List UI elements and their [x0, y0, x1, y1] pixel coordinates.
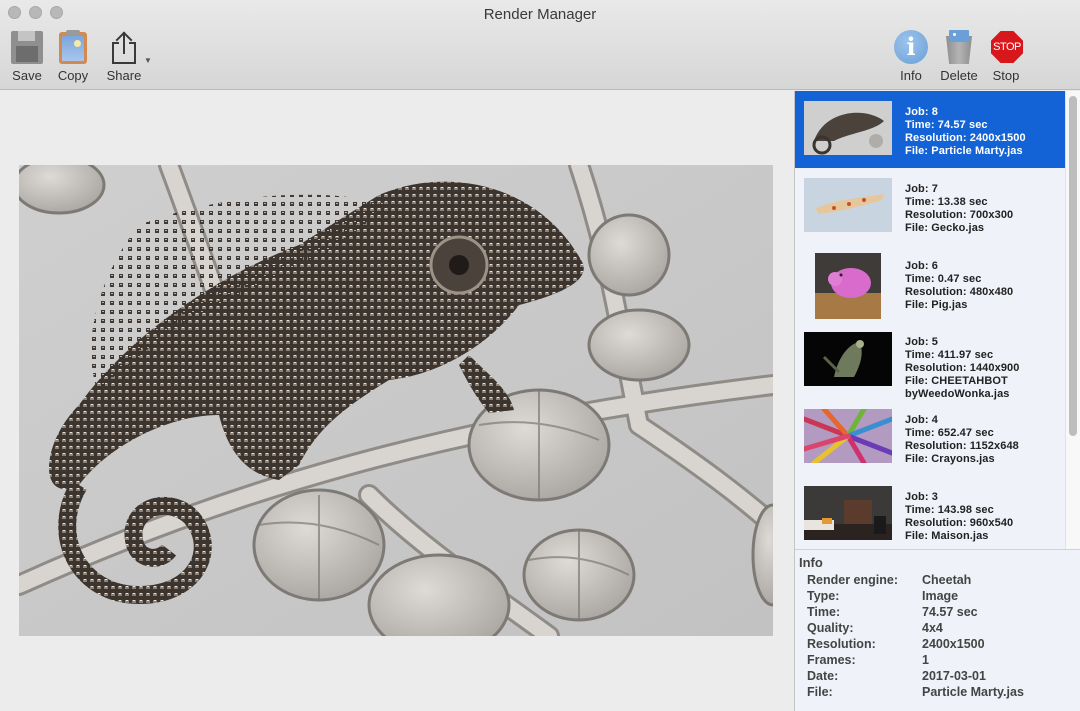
info-value: Image — [922, 589, 959, 603]
job-file: File: CHEETAHBOT — [905, 375, 1008, 387]
copy-button[interactable]: Copy — [48, 30, 98, 83]
info-key: Resolution: — [807, 637, 876, 651]
info-key: Time: — [807, 605, 841, 619]
info-row: Frames: 1 — [807, 653, 1024, 669]
clipboard-icon — [55, 30, 91, 66]
job-job: Job: 6 — [905, 260, 938, 272]
job-thumbnail — [804, 409, 892, 463]
info-value: Particle Marty.jas — [922, 685, 1024, 699]
job-list-item[interactable]: Job: 8 Time: 74.57 sec Resolution: 2400x15… — [795, 91, 1065, 168]
job-resolution: Resolution: 2400x1500 — [905, 132, 1026, 144]
info-panel-title: Info — [799, 555, 823, 570]
job-thumbnail — [804, 332, 892, 386]
delete-label: Delete — [940, 68, 978, 83]
info-panel: Info Render engine: Cheetah Type: Image Time… — [795, 549, 1080, 711]
info-key: Render engine: — [807, 573, 898, 587]
job-list-item[interactable]: Job: 4 Time: 652.47 sec Resolution: 1152x6… — [795, 399, 1065, 476]
job-resolution: Resolution: 480x480 — [905, 286, 1014, 298]
info-row: Resolution: 2400x1500 — [807, 637, 1024, 653]
job-file: File: Particle Marty.jas — [905, 145, 1023, 157]
job-resolution: Resolution: 960x540 — [905, 517, 1014, 529]
job-file: File: Gecko.jas — [905, 222, 985, 234]
job-time: Time: 143.98 sec — [905, 504, 994, 516]
info-row: Time: 74.57 sec — [807, 605, 1024, 621]
job-list-scrollbar[interactable] — [1065, 91, 1080, 549]
floppy-disk-icon — [9, 30, 45, 66]
info-value: 4x4 — [922, 621, 943, 635]
job-list-item[interactable]: Job: 6 Time: 0.47 sec Resolution: 480x480 F… — [795, 245, 1065, 322]
job-resolution: Resolution: 1152x648 — [905, 440, 1019, 452]
stop-sign-icon: STOP — [988, 30, 1024, 66]
info-value: 2400x1500 — [922, 637, 985, 651]
job-list-item[interactable]: Job: 3 Time: 143.98 sec Resolution: 960x54… — [795, 476, 1065, 549]
job-thumbnail — [815, 253, 881, 319]
info-label: Info — [900, 68, 922, 83]
info-row: Type: Image — [807, 589, 1024, 605]
share-menu-caret-icon[interactable]: ▼ — [144, 56, 152, 65]
scrollbar-thumb[interactable] — [1069, 96, 1077, 436]
job-details: Job: 5 Time: 411.97 sec Resolution: 1440x9… — [905, 336, 1020, 401]
save-button[interactable]: Save — [2, 30, 52, 83]
job-thumbnail — [804, 486, 892, 540]
job-details: Job: 6 Time: 0.47 sec Resolution: 480x480 F… — [905, 260, 1013, 312]
stop-label: Stop — [992, 68, 1020, 83]
job-details: Job: 3 Time: 143.98 sec Resolution: 960x54… — [905, 491, 1013, 543]
share-icon: ▼ — [106, 30, 152, 66]
job-time: Time: 652.47 sec — [905, 427, 994, 439]
job-job: Job: 4 — [905, 414, 938, 426]
render-preview-image — [19, 165, 773, 636]
info-row: Quality: 4x4 — [807, 621, 1024, 637]
info-key: Type: — [807, 589, 840, 603]
stop-button[interactable]: STOP Stop — [981, 30, 1031, 83]
job-list: Job: 8 Time: 74.57 sec Resolution: 2400x15… — [795, 91, 1065, 549]
copy-label: Copy — [57, 68, 89, 83]
info-rows: Render engine: Cheetah Type: Image Time: 74.5… — [807, 573, 1024, 701]
job-details: Job: 7 Time: 13.38 sec Resolution: 700x300… — [905, 183, 1013, 235]
share-button[interactable]: ▼ Share — [99, 30, 152, 83]
share-label: Share — [106, 68, 142, 83]
job-time: Time: 13.38 sec — [905, 196, 988, 208]
info-key: Date: — [807, 669, 839, 683]
preview-area — [0, 91, 794, 711]
job-resolution: Resolution: 1440x900 — [905, 362, 1020, 374]
title-bar: Render Manager Save Copy ▼ Share i Info … — [0, 0, 1080, 90]
job-job: Job: 8 — [905, 106, 938, 118]
job-time: Time: 74.57 sec — [905, 119, 988, 131]
job-job: Job: 7 — [905, 183, 938, 195]
info-row: Date: 2017-03-01 — [807, 669, 1024, 685]
job-file: File: Pig.jas — [905, 299, 968, 311]
job-resolution: Resolution: 700x300 — [905, 209, 1014, 221]
job-thumbnail — [804, 178, 892, 232]
job-list-item[interactable]: Job: 7 Time: 13.38 sec Resolution: 700x300… — [795, 168, 1065, 245]
job-file: File: Crayons.jas — [905, 453, 995, 465]
job-job: Job: 3 — [905, 491, 938, 503]
info-value: 74.57 sec — [922, 605, 978, 619]
info-value: 1 — [922, 653, 929, 667]
job-time: Time: 411.97 sec — [905, 349, 994, 361]
info-value: Cheetah — [922, 573, 972, 587]
job-file: File: Maison.jas — [905, 530, 989, 542]
info-icon: i — [893, 30, 929, 66]
job-details: Job: 4 Time: 652.47 sec Resolution: 1152x6… — [905, 414, 1019, 466]
job-thumbnail — [804, 101, 892, 155]
job-job: Job: 5 — [905, 336, 938, 348]
info-button[interactable]: i Info — [886, 30, 936, 83]
save-label: Save — [12, 68, 42, 83]
job-details: Job: 8 Time: 74.57 sec Resolution: 2400x15… — [905, 106, 1026, 158]
delete-button[interactable]: Delete — [934, 30, 984, 83]
info-key: File: — [807, 685, 833, 699]
window-title: Render Manager — [483, 6, 597, 23]
info-row: File: Particle Marty.jas — [807, 685, 1024, 701]
info-key: Quality: — [807, 621, 854, 635]
job-time: Time: 0.47 sec — [905, 273, 982, 285]
info-key: Frames: — [807, 653, 856, 667]
info-value: 2017-03-01 — [922, 669, 986, 683]
info-row: Render engine: Cheetah — [807, 573, 1024, 589]
trash-icon — [941, 30, 977, 66]
job-list-item[interactable]: Job: 5 Time: 411.97 sec Resolution: 1440x9… — [795, 322, 1065, 401]
